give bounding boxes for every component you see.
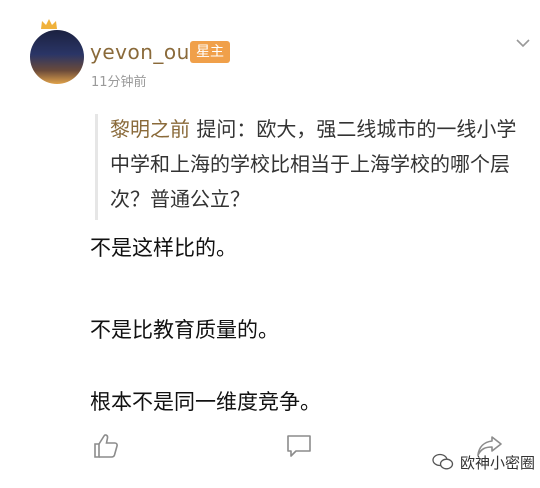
watermark-label: 欧神小密圈 [460, 454, 536, 472]
avatar[interactable] [30, 30, 84, 84]
quote-divider [95, 114, 98, 220]
quote-author[interactable]: 黎明之前 [110, 117, 190, 141]
avatar-block[interactable] [30, 19, 90, 84]
crown-icon [41, 19, 57, 29]
quoted-question: 黎明之前 提问：欧大，强二线城市的一线小学中学和上海的学校比相当于上海学校的哪个… [110, 112, 520, 217]
reply-line: 根本不是同一维度竞争。 [90, 390, 321, 414]
chevron-down-icon[interactable] [515, 38, 531, 48]
username[interactable]: yevon_ou [90, 40, 190, 64]
comment-icon[interactable] [285, 432, 313, 460]
timestamp: 11分钟前 [91, 75, 147, 90]
reply-line: 不是这样比的。 [90, 236, 237, 260]
wechat-icon [432, 453, 454, 470]
member-badge: 星主 [190, 41, 230, 63]
reply-line: 不是比教育质量的。 [90, 318, 279, 342]
post-card: yevon_ou 星主 11分钟前 黎明之前 提问：欧大，强二线城市的一线小学中… [0, 0, 540, 488]
thumbs-up-icon[interactable] [92, 432, 120, 460]
